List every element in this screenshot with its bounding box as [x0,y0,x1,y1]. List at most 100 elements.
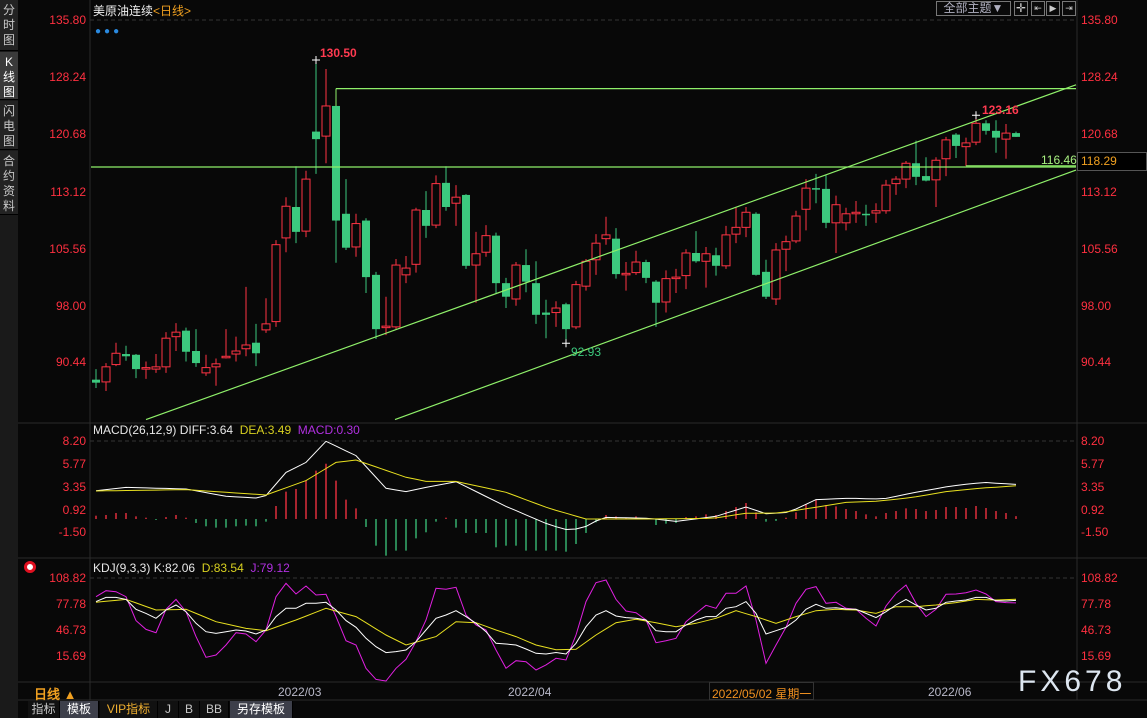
candle [1012,131,1020,137]
candle-body [551,307,561,314]
candle [542,299,550,339]
left-price-label: 128.24 [49,70,86,84]
left-price-label: 120.68 [49,127,86,141]
macd-axis-label: 5.77 [62,457,86,471]
chart-canvas[interactable] [0,0,1147,718]
candle [422,191,430,238]
candle-body [961,142,971,148]
candle [612,228,620,279]
kdj-axis-label: 108.82 [49,571,86,585]
candle [992,120,1000,153]
candle-body [741,211,751,228]
kdj-axis-label: 108.82 [1081,571,1118,585]
candle [192,329,200,367]
candle [122,345,130,361]
candle [741,206,751,238]
right-price-label: 120.68 [1081,127,1118,141]
candle-body [241,344,251,350]
candle-body [182,330,190,352]
right-price-label: 128.24 [1081,70,1118,84]
current-price-badge: 118.29 [1077,152,1147,171]
zoom-start-icon[interactable]: ⇤ [1031,1,1045,16]
candle [351,213,361,257]
candle-body [122,354,130,357]
candle [141,361,151,379]
candle [941,136,951,177]
candle [332,88,340,263]
left-price-label: 135.80 [49,13,86,27]
play-icon[interactable]: ▶ [1046,1,1060,16]
candle-body [431,183,441,226]
candle-body [401,267,411,276]
candle-body [451,196,461,204]
tab-vip-indicators[interactable]: VIP指标 [100,701,158,718]
candle [381,296,391,336]
candle-body [661,278,671,303]
candle-body [301,178,311,232]
candle-body [822,188,830,223]
kdj-d-value: D:83.54 [201,561,244,575]
candle [731,206,741,244]
candle-body [581,260,591,287]
tab-save-template[interactable]: 另存模板 [230,701,293,718]
candle [342,179,350,250]
candle-body [721,234,731,267]
macd-axis-label: 3.35 [1081,480,1105,494]
tab-bb[interactable]: BB [200,701,229,718]
candle-body [442,182,450,207]
candle [132,354,140,379]
candle-body [132,354,140,370]
extreme-marker-icon [972,111,980,120]
more-dots-icon[interactable]: ●●● [95,26,122,37]
candle [671,268,681,293]
candle [492,232,500,293]
candle-body [862,213,870,216]
kdj-axis-label: 46.73 [1081,623,1112,637]
symbol-name: 美原油连续 [93,4,154,18]
candle [182,327,190,362]
candle-body [771,249,781,300]
macd-axis-label: 8.20 [1081,434,1105,448]
candle [281,197,291,253]
candle-body [101,366,111,383]
tab-templates[interactable]: 模板 [60,701,99,718]
candle-body [901,162,911,180]
candle [621,262,631,291]
support-price-annotation: 116.46 [1041,153,1077,167]
extreme-marker-icon [562,339,570,348]
candle [642,259,650,284]
candle [982,120,990,135]
theme-dropdown[interactable]: 全部主题▼ [936,1,1011,16]
candle [201,354,211,376]
candle-body [801,187,811,210]
fx678-watermark: FX678 [1018,665,1127,698]
tab-indicators[interactable]: 指标 [28,701,60,718]
kdj-name: KDJ(9,3,3) [93,561,151,575]
candle-body [681,252,691,277]
crosshair-icon[interactable]: ✛ [1014,1,1028,16]
macd-axis-label: 3.35 [62,480,86,494]
candle-body [171,331,181,338]
candle [912,140,920,186]
candle [952,133,960,158]
low-price-annotation: 92.93 [571,345,602,359]
candle-body [731,226,741,235]
macd-legend: MACD(26,12,9) DIFF:3.64 DEA:3.49 MACD:0.… [93,423,360,437]
recent-high-annotation: 123.16 [982,103,1019,117]
tab-j[interactable]: J [158,701,179,718]
zoom-end-icon[interactable]: ⇥ [1062,1,1076,16]
tab-b[interactable]: B [179,701,200,718]
candle-body [141,367,151,370]
left-price-label: 105.56 [49,242,86,256]
right-price-label: 113.12 [1081,185,1117,199]
candle-body [752,213,760,275]
candle-body [631,261,641,274]
candle [261,298,271,333]
candle-body [1012,133,1020,137]
macd-diff-value: DIFF:3.64 [179,423,234,437]
candle [781,235,791,272]
kdj-axis-label: 77.78 [55,597,86,611]
candle [841,207,851,231]
candle-body [462,194,470,266]
candle-body [612,238,620,275]
